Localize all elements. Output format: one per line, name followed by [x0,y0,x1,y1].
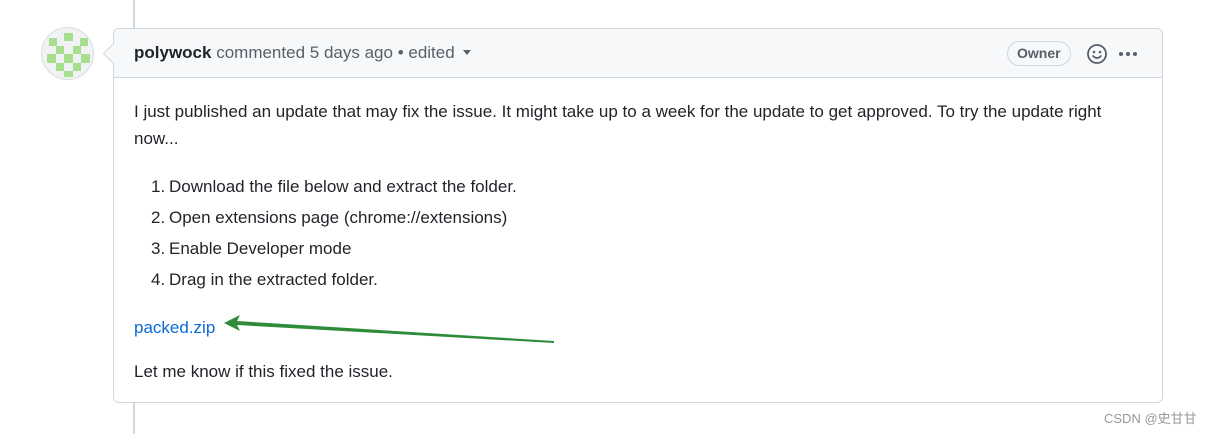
identicon-icon [47,33,90,77]
avatar[interactable] [41,27,94,80]
attachment-link[interactable]: packed.zip [134,318,215,337]
comment-card: polywock commented 5 days ago • edited O… [113,28,1163,403]
comment-meta: polywock commented 5 days ago • edited [134,43,471,63]
owner-badge: Owner [1007,41,1071,66]
annotation-arrow-icon [224,315,554,343]
list-number: 1. [151,177,166,196]
list-text: Enable Developer mode [169,239,352,258]
list-item: 2. Open extensions page (chrome://extensi… [151,202,1144,233]
list-item: 3. Enable Developer mode [151,233,1144,264]
list-number: 4. [151,270,166,289]
list-number: 3. [151,239,166,258]
intro-paragraph: I just published an update that may fix … [134,102,1102,148]
meta-separator: • [397,43,404,62]
chevron-down-icon [462,50,471,56]
comment-action: commented [216,43,306,62]
kebab-horizontal-icon[interactable] [1117,43,1139,65]
edited-label: edited [408,43,455,62]
list-number: 2. [151,208,166,227]
list-text: Download the file below and extract the … [169,177,517,196]
smiley-icon[interactable] [1086,43,1108,65]
list-text: Drag in the extracted folder. [169,270,378,289]
steps-list: 1. Download the file below and extract th… [151,171,1144,295]
edited-dropdown[interactable]: edited [408,43,471,62]
list-item: 1. Download the file below and extract th… [151,171,1144,202]
list-text: Open extensions page (chrome://extension… [169,208,508,227]
closing-paragraph: Let me know if this fixed the issue. [134,362,393,381]
list-item: 4. Drag in the extracted folder. [151,264,1144,295]
watermark: CSDN @史甘甘 [1104,411,1197,426]
comment-timestamp[interactable]: 5 days ago [310,43,393,62]
author-link[interactable]: polywock [134,43,211,62]
comment-header: polywock commented 5 days ago • edited O… [114,29,1162,78]
